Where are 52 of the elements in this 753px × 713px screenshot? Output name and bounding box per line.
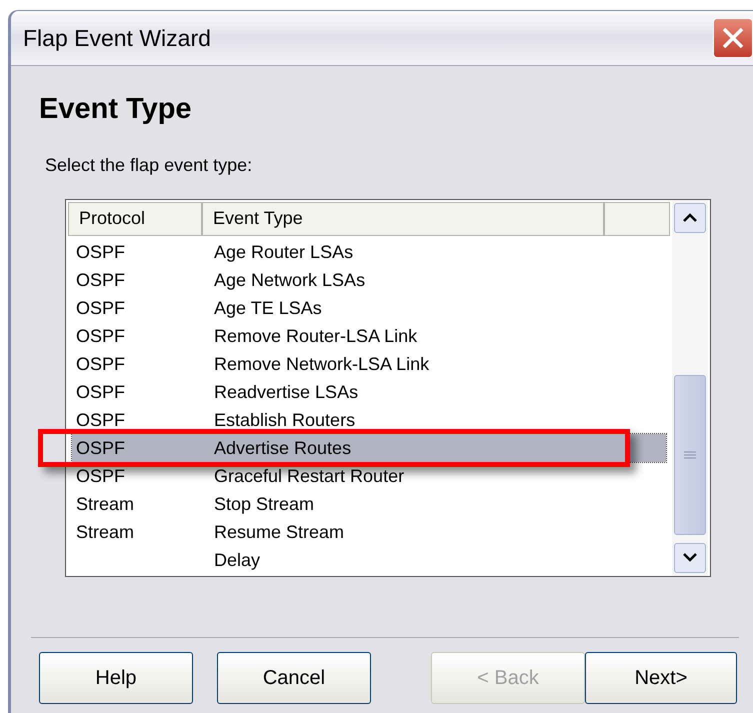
- list-row[interactable]: OSPF Remove Network-LSA Link: [72, 350, 666, 378]
- event-type-text: Age Router LSAs: [213, 242, 354, 260]
- protocol-text: OSPF: [76, 242, 126, 262]
- event-type-text: Advertise Routes: [213, 438, 352, 456]
- event-type-text: Readvertise LSAs: [213, 382, 360, 400]
- protocol-text: OSPF: [76, 270, 126, 290]
- scroll-down-button[interactable]: [674, 542, 706, 572]
- scroll-up-button[interactable]: [674, 202, 706, 232]
- event-type-text: Remove Router-LSA Link: [213, 326, 418, 344]
- list-row[interactable]: OSPF Advertise Routes: [72, 434, 666, 462]
- protocol-text: OSPF: [76, 410, 126, 430]
- wizard-button[interactable]: Cancel: [217, 652, 371, 704]
- protocol-text: Stream: [76, 494, 134, 514]
- prompt-text: Select the flap event type:: [45, 154, 254, 177]
- column-header[interactable]: Protocol: [68, 202, 202, 236]
- page-heading: Event Type: [39, 92, 193, 127]
- list-row[interactable]: OSPF Remove Router-LSA Link: [72, 322, 666, 350]
- event-type-text: Remove Network-LSA Link: [213, 354, 430, 372]
- list-row[interactable]: OSPF Establish Routers: [72, 406, 666, 434]
- list-row[interactable]: OSPF Age Network LSAs: [72, 266, 666, 294]
- protocol-text: OSPF: [76, 466, 126, 486]
- event-type-text: Age TE LSAs: [213, 298, 323, 316]
- event-type-text: Delay: [213, 550, 262, 568]
- list-row[interactable]: Stream Stop Stream: [72, 490, 666, 518]
- protocol-text: OSPF: [76, 326, 126, 346]
- wizard-button[interactable]: Help: [39, 652, 193, 704]
- event-type-text: Age Network LSAs: [213, 270, 366, 288]
- protocol-text: OSPF: [76, 354, 126, 374]
- column-header[interactable]: Event Type: [202, 202, 604, 236]
- list-row[interactable]: OSPF Graceful Restart Router: [72, 462, 666, 490]
- list-row[interactable]: Delay: [72, 546, 666, 574]
- event-type-text: Resume Stream: [213, 522, 346, 540]
- protocol-text: Stream: [76, 522, 134, 542]
- scroll-thumb[interactable]: [674, 374, 706, 534]
- protocol-text: OSPF: [76, 298, 126, 318]
- event-type-text: Establish Routers: [213, 410, 356, 428]
- list-row[interactable]: OSPF Age Router LSAs: [72, 238, 666, 266]
- grip-icon: [684, 450, 696, 458]
- window-title: Flap Event Wizard: [23, 24, 211, 53]
- list-row[interactable]: Stream Resume Stream: [72, 518, 666, 546]
- wizard-button[interactable]: Next>: [585, 652, 737, 704]
- close-icon: [721, 26, 745, 50]
- caret-up-icon: [683, 213, 697, 222]
- caret-down-icon: [683, 553, 697, 562]
- event-type-text: Graceful Restart Router: [213, 466, 406, 484]
- list-row[interactable]: OSPF Readvertise LSAs: [72, 378, 666, 406]
- protocol-text: OSPF: [76, 438, 126, 458]
- close-button[interactable]: [713, 18, 753, 58]
- event-type-text: Stop Stream: [213, 494, 316, 512]
- list-row[interactable]: OSPF Age TE LSAs: [72, 294, 666, 322]
- protocol-text: OSPF: [76, 382, 126, 402]
- scrollbar[interactable]: [672, 200, 708, 576]
